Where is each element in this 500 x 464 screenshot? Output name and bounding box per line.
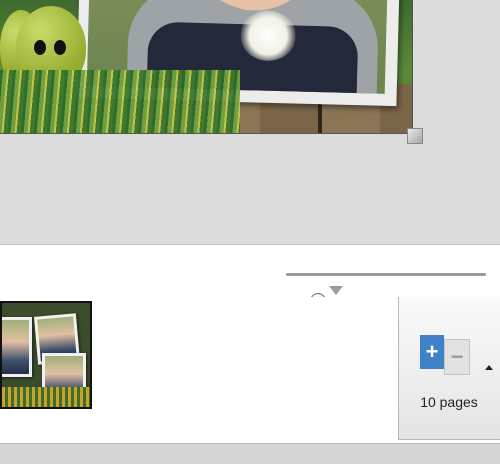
- zoom-slider-track[interactable]: [286, 273, 486, 309]
- thumbnail-photo: [2, 317, 32, 377]
- minus-icon: −: [444, 339, 470, 375]
- grass-embellishment: [0, 70, 240, 133]
- pages-icon: − +: [420, 335, 472, 375]
- plus-icon: +: [420, 335, 444, 369]
- pear-eye: [54, 40, 66, 55]
- dropdown-arrow-icon[interactable]: [485, 365, 493, 370]
- pages-button[interactable]: − + 10 pages: [398, 297, 500, 440]
- pear-eye: [34, 40, 46, 55]
- canvas-area: [0, 0, 500, 244]
- page-strip: − + 10 pages: [0, 297, 500, 443]
- resize-handle[interactable]: [407, 128, 423, 144]
- page-thumbnail[interactable]: [0, 301, 92, 409]
- page-preview[interactable]: [0, 0, 413, 134]
- thumbnail-grass: [2, 387, 90, 407]
- pages-count-label: 10 pages: [420, 394, 478, 410]
- status-bar: [0, 443, 500, 464]
- zoom-bar: [0, 244, 500, 309]
- zoom-default-marker: [329, 286, 343, 295]
